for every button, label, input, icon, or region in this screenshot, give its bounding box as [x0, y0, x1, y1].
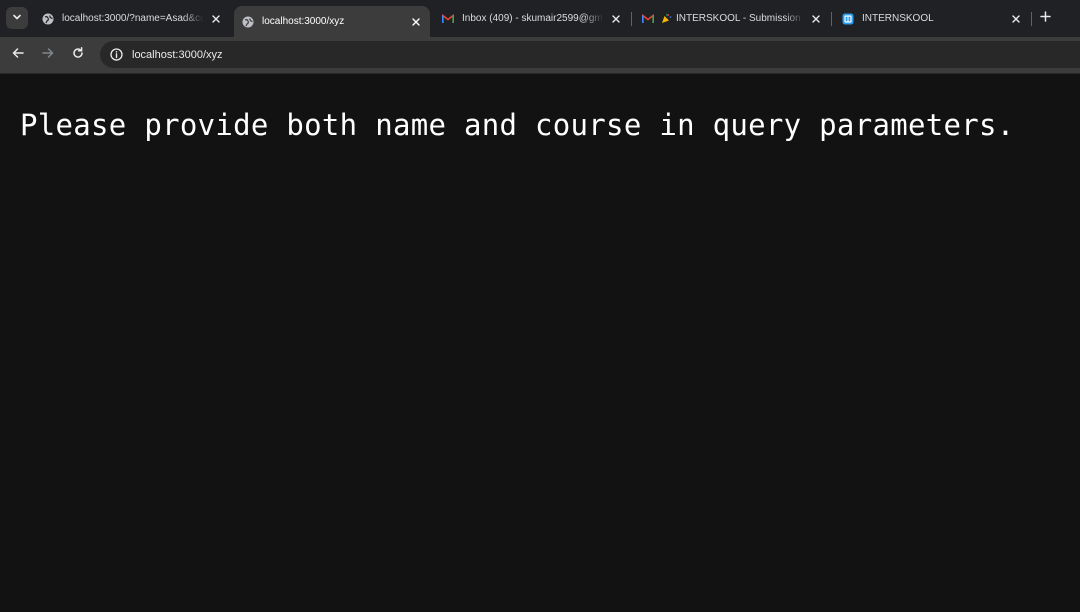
gmail-icon: [642, 13, 654, 25]
tab-title: INTERSKOOL - Submission: [676, 13, 801, 24]
globe-icon: [42, 13, 54, 25]
tab-gmail-inbox[interactable]: Inbox (409) - skumair2599@gm: [434, 5, 630, 32]
info-icon[interactable]: [109, 48, 123, 62]
internskool-icon: [842, 13, 854, 25]
reload-icon: [72, 46, 84, 64]
tab-title: Inbox (409) - skumair2599@gm: [462, 13, 603, 24]
page-content: Please provide both name and course in q…: [0, 74, 1080, 612]
tab-localhost-xyz[interactable]: localhost:3000/xyz: [234, 6, 430, 37]
close-icon[interactable]: [408, 14, 424, 30]
browser-window: localhost:3000/?name=Asad&co localhost:3…: [0, 0, 1080, 612]
close-icon[interactable]: [208, 11, 224, 27]
chevron-down-icon: [12, 9, 22, 27]
tab-title: localhost:3000/?name=Asad&co: [62, 13, 204, 24]
tab-title: localhost:3000/xyz: [262, 16, 345, 27]
close-icon[interactable]: [1008, 11, 1024, 27]
tab-interskool-submission[interactable]: INTERSKOOL - Submission: [634, 5, 830, 32]
tab-strip: localhost:3000/?name=Asad&co localhost:3…: [0, 0, 1080, 37]
back-button[interactable]: [8, 45, 28, 65]
tab-title: INTERNSKOOL: [862, 13, 934, 24]
close-icon[interactable]: [608, 11, 624, 27]
url-text: localhost:3000/xyz: [132, 48, 223, 61]
tab-internskool[interactable]: INTERNSKOOL: [834, 5, 1030, 32]
party-popper-icon: [660, 13, 672, 25]
tab-separator: [831, 12, 832, 26]
forward-arrow-icon: [42, 46, 54, 64]
plus-icon: [1039, 9, 1051, 27]
tab-localhost-name[interactable]: localhost:3000/?name=Asad&co: [34, 5, 230, 32]
back-arrow-icon: [12, 46, 24, 64]
globe-icon: [242, 16, 254, 28]
browser-toolbar: localhost:3000/xyz: [0, 37, 1080, 73]
gmail-icon: [442, 13, 454, 25]
close-icon[interactable]: [808, 11, 824, 27]
reload-button[interactable]: [68, 45, 88, 65]
error-message: Please provide both name and course in q…: [20, 108, 1015, 142]
forward-button[interactable]: [38, 45, 58, 65]
tab-separator: [631, 12, 632, 26]
new-tab-button[interactable]: [1036, 9, 1054, 27]
tab-separator: [1031, 12, 1032, 26]
address-bar[interactable]: localhost:3000/xyz: [100, 41, 1080, 68]
tab-search-button[interactable]: [6, 7, 28, 29]
